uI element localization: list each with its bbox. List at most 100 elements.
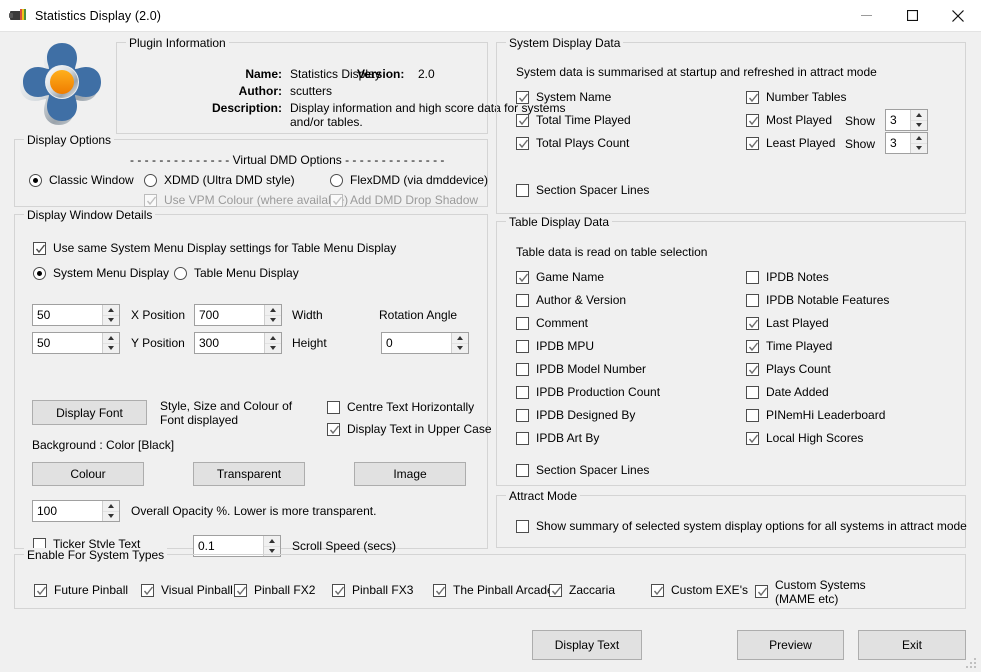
display-text-button[interactable]: Display Text (532, 630, 642, 660)
checkbox-ipdb-mpu[interactable]: IPDB MPU (516, 339, 594, 353)
stepper-down[interactable] (103, 316, 119, 326)
checkbox-most-played[interactable]: Most Played (746, 113, 832, 127)
width-value[interactable]: 700 (195, 305, 264, 325)
checkbox-pinball-fx3[interactable]: Pinball FX3 (332, 583, 413, 597)
stepper-up[interactable] (264, 536, 280, 547)
stepper-down[interactable] (452, 344, 468, 354)
checkbox-least-played[interactable]: Least Played (746, 136, 835, 150)
checkbox-pinball-fx2[interactable]: Pinball FX2 (234, 583, 315, 597)
stepper-up[interactable] (265, 305, 281, 316)
colour-button[interactable]: Colour (32, 462, 144, 486)
checkbox-add-dmd-drop-shadow[interactable]: Add DMD Drop Shadow (330, 193, 478, 207)
stepper-arrows[interactable] (451, 333, 468, 353)
checkbox-use-vpm-colour[interactable]: Use VPM Colour (where available) (144, 193, 348, 207)
checkbox-number-tables[interactable]: Number Tables (746, 90, 846, 104)
height-stepper[interactable]: 300 (194, 332, 282, 354)
image-button[interactable]: Image (354, 462, 466, 486)
least-played-show-stepper[interactable]: 3 (885, 132, 928, 154)
stepper-up[interactable] (911, 110, 927, 121)
stepper-down[interactable] (911, 121, 927, 131)
preview-button[interactable]: Preview (737, 630, 844, 660)
radio-table-menu-display[interactable]: Table Menu Display (174, 266, 299, 280)
stepper-down[interactable] (103, 344, 119, 354)
most-played-show-stepper[interactable]: 3 (885, 109, 928, 131)
checkbox-last-played[interactable]: Last Played (746, 316, 829, 330)
stepper-up[interactable] (103, 333, 119, 344)
y-position-value[interactable]: 50 (33, 333, 102, 353)
exit-button[interactable]: Exit (858, 630, 966, 660)
rotation-angle-value[interactable]: 0 (382, 333, 451, 353)
stepper-arrows[interactable] (264, 305, 281, 325)
resize-grip[interactable] (966, 658, 977, 669)
rotation-angle-stepper[interactable]: 0 (381, 332, 469, 354)
least-played-show-value[interactable]: 3 (886, 133, 910, 153)
close-button[interactable] (935, 0, 981, 31)
checkbox-indicator (516, 363, 529, 376)
checkbox-ipdb-art-by[interactable]: IPDB Art By (516, 431, 599, 445)
checkbox-table-section-spacer-lines[interactable]: Section Spacer Lines (516, 463, 649, 477)
stepper-up[interactable] (452, 333, 468, 344)
checkbox-total-time-played[interactable]: Total Time Played (516, 113, 631, 127)
checkbox-the-pinball-arcade[interactable]: The Pinball Arcade (433, 583, 554, 597)
stepper-arrows[interactable] (102, 305, 119, 325)
stepper-up[interactable] (103, 305, 119, 316)
checkbox-custom-systems[interactable]: Custom Systems (MAME etc) (755, 578, 866, 606)
checkbox-plays-count[interactable]: Plays Count (746, 362, 831, 376)
check-icon (653, 586, 664, 596)
stepper-up[interactable] (265, 333, 281, 344)
checkbox-centre-text-horizontally[interactable]: Centre Text Horizontally (327, 400, 474, 414)
checkbox-display-text-upper-case[interactable]: Display Text in Upper Case (327, 422, 492, 436)
stepper-up[interactable] (911, 133, 927, 144)
scroll-speed-value[interactable]: 0.1 (194, 536, 263, 556)
checkbox-ipdb-model-number[interactable]: IPDB Model Number (516, 362, 646, 376)
maximize-button[interactable] (889, 0, 935, 31)
checkbox-ipdb-designed-by[interactable]: IPDB Designed By (516, 408, 635, 422)
checkbox-date-added[interactable]: Date Added (746, 385, 829, 399)
opacity-value[interactable]: 100 (33, 501, 102, 521)
checkbox-use-same-settings[interactable]: Use same System Menu Display settings fo… (33, 241, 396, 255)
y-position-stepper[interactable]: 50 (32, 332, 120, 354)
radio-system-menu-display[interactable]: System Menu Display (33, 266, 169, 280)
checkbox-time-played[interactable]: Time Played (746, 339, 832, 353)
checkbox-future-pinball[interactable]: Future Pinball (34, 583, 128, 597)
checkbox-ipdb-production-count[interactable]: IPDB Production Count (516, 385, 660, 399)
checkbox-ipdb-notes[interactable]: IPDB Notes (746, 270, 829, 284)
minimize-button[interactable] (843, 0, 889, 31)
stepper-arrows[interactable] (910, 133, 927, 153)
stepper-down[interactable] (911, 144, 927, 154)
checkbox-custom-exes[interactable]: Custom EXE's (651, 583, 748, 597)
width-stepper[interactable]: 700 (194, 304, 282, 326)
checkbox-system-name[interactable]: System Name (516, 90, 611, 104)
checkbox-total-plays-count[interactable]: Total Plays Count (516, 136, 629, 150)
checkbox-author-version[interactable]: Author & Version (516, 293, 626, 307)
checkbox-visual-pinball[interactable]: Visual Pinball (141, 583, 233, 597)
stepper-up[interactable] (103, 501, 119, 512)
checkbox-pinemhi-leaderboard[interactable]: PINemHi Leaderboard (746, 408, 885, 422)
radio-flexdmd[interactable]: FlexDMD (via dmddevice) (330, 173, 488, 187)
radio-classic-window[interactable]: Classic Window (29, 173, 134, 187)
stepper-down[interactable] (265, 316, 281, 326)
opacity-stepper[interactable]: 100 (32, 500, 120, 522)
checkbox-comment[interactable]: Comment (516, 316, 588, 330)
stepper-arrows[interactable] (910, 110, 927, 130)
stepper-down[interactable] (103, 512, 119, 522)
checkbox-zaccaria[interactable]: Zaccaria (549, 583, 615, 597)
transparent-button[interactable]: Transparent (193, 462, 305, 486)
stepper-arrows[interactable] (263, 536, 280, 556)
checkbox-ipdb-notable-features[interactable]: IPDB Notable Features (746, 293, 889, 307)
checkbox-local-high-scores[interactable]: Local High Scores (746, 431, 863, 445)
x-position-value[interactable]: 50 (33, 305, 102, 325)
stepper-arrows[interactable] (102, 501, 119, 521)
checkbox-attract-mode-summary[interactable]: Show summary of selected system display … (516, 519, 967, 533)
checkbox-game-name[interactable]: Game Name (516, 270, 604, 284)
most-played-show-value[interactable]: 3 (886, 110, 910, 130)
display-font-button[interactable]: Display Font (32, 400, 147, 425)
stepper-arrows[interactable] (264, 333, 281, 353)
radio-xdmd[interactable]: XDMD (Ultra DMD style) (144, 173, 295, 187)
height-value[interactable]: 300 (195, 333, 264, 353)
checkbox-system-section-spacer-lines[interactable]: Section Spacer Lines (516, 183, 649, 197)
stepper-arrows[interactable] (102, 333, 119, 353)
stepper-down[interactable] (265, 344, 281, 354)
x-position-stepper[interactable]: 50 (32, 304, 120, 326)
checkbox-label: Most Played (766, 113, 833, 127)
